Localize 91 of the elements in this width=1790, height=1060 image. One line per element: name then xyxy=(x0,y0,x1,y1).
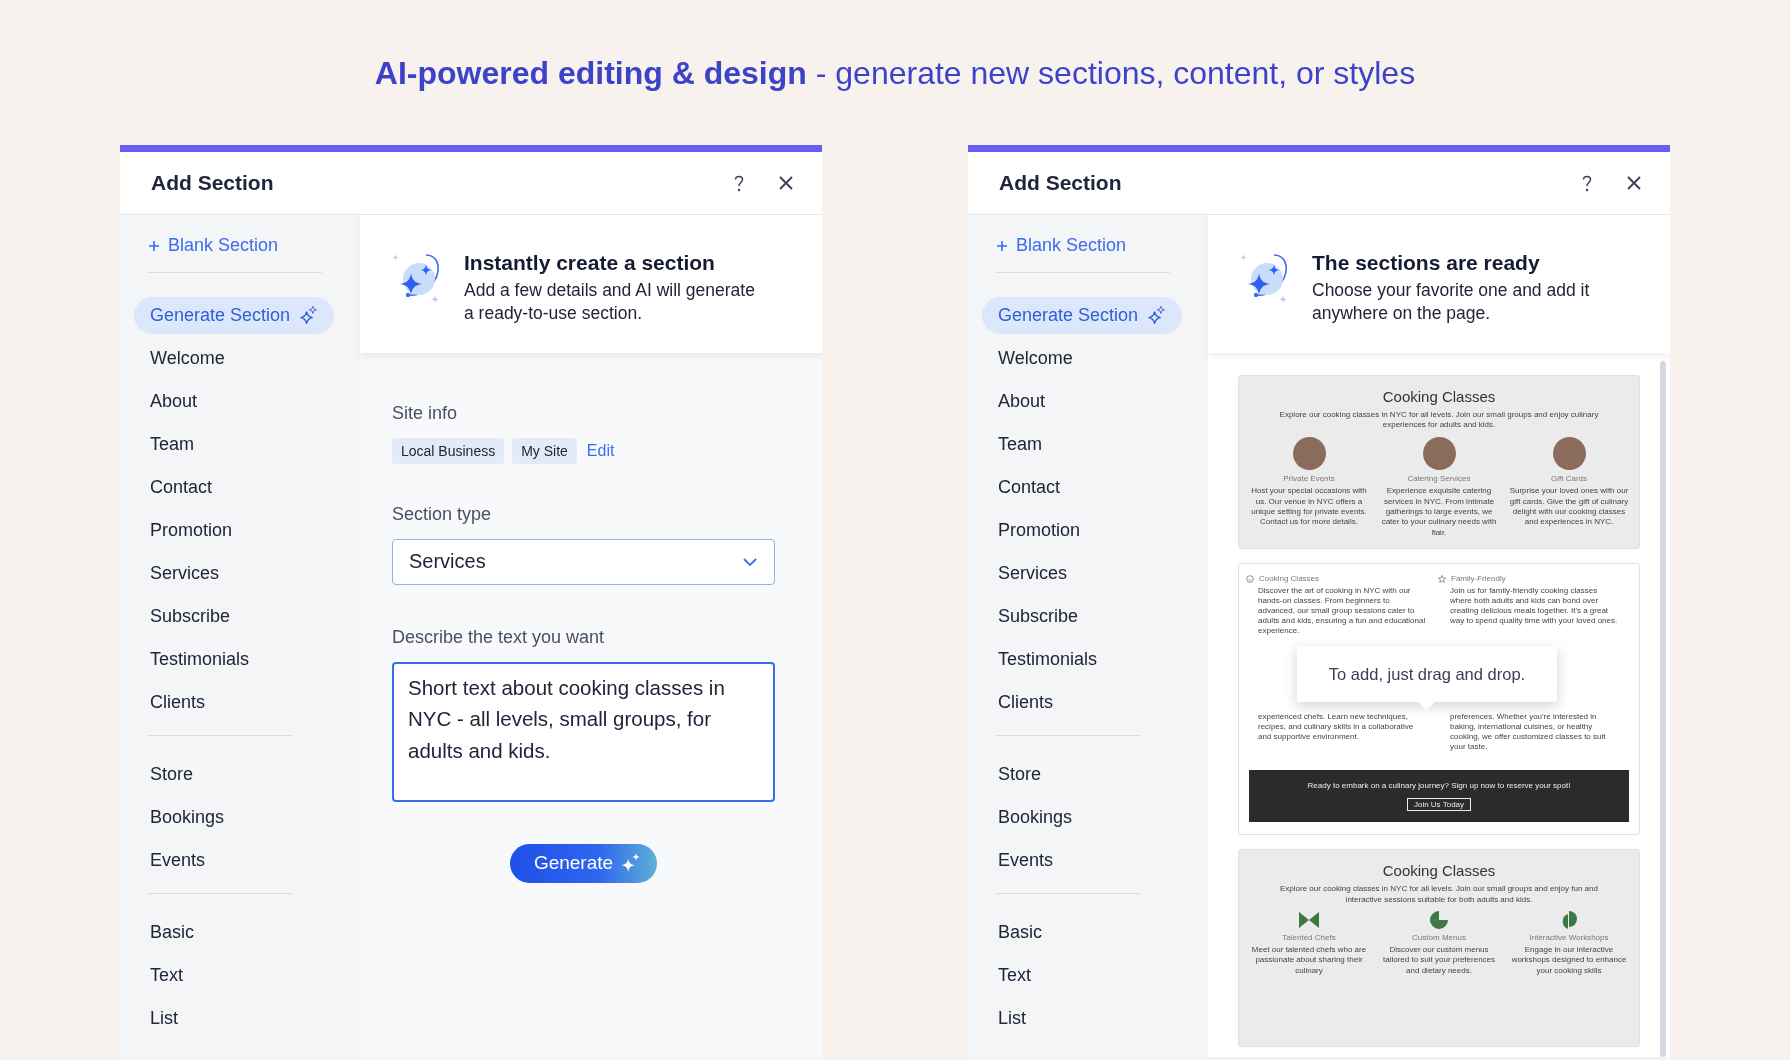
sidebar-item[interactable]: Contact xyxy=(134,469,229,506)
close-icon xyxy=(778,175,794,191)
preview-text: Surprise your loved ones with our gift cards. Give the gift of culinary delight with our cooking classes and experiences in NYC. xyxy=(1509,486,1629,528)
preview-text: Meet our talented chefs who are passionate about sharing their culinary xyxy=(1250,945,1368,977)
intro-text: Choose your favorite one and add it anywhere on the page. xyxy=(1312,279,1591,325)
preview-text: Experience exquisite catering services in NYC. From intimate gatherings to large events, we cater to your culinary needs with flair. xyxy=(1380,486,1498,539)
preview-text: Explore our cooking classes in NYC for all levels. Join our small groups and enjoy culinary experiences for adults and kids. xyxy=(1278,409,1600,431)
panel-title: Add Section xyxy=(151,171,275,195)
smiley-icon xyxy=(1246,574,1254,583)
preview-heading: Private Events xyxy=(1283,474,1335,484)
sidebar-item[interactable]: Testimonials xyxy=(982,641,1114,678)
intro-title: Instantly create a section xyxy=(464,251,716,275)
sidebar-item[interactable]: Text xyxy=(982,957,1047,994)
preview-heading: Family-Friendly xyxy=(1451,574,1506,584)
sidebar-item[interactable]: Clients xyxy=(982,684,1070,721)
sidebar-item[interactable]: Subscribe xyxy=(982,598,1095,635)
sidebar-item[interactable]: Generate Section xyxy=(982,297,1183,334)
sidebar-item[interactable]: Subscribe xyxy=(134,598,247,635)
sidebar-item[interactable]: List xyxy=(134,1000,194,1037)
sidebar-item[interactable]: Services xyxy=(982,555,1084,592)
preview-heading: Catering Services xyxy=(1407,474,1471,484)
preview-heading: Custom Menus xyxy=(1412,933,1466,942)
sidebar-item[interactable]: Welcome xyxy=(982,340,1089,377)
preview-text: Discover the art of cooking in NYC with our hands-on classes. From beginners to advanced, our small group sessions cater to adults and kids, ensuring a fun and educational experience. xyxy=(1258,586,1427,638)
field-label: Describe the text you want xyxy=(392,626,606,648)
blank-section-button[interactable]: Blank Section xyxy=(120,231,279,260)
shape-icon xyxy=(1297,911,1321,929)
sidebar-item[interactable]: Store xyxy=(134,756,210,793)
sidebar-item[interactable]: Promotion xyxy=(134,512,249,549)
close-icon xyxy=(1626,175,1642,191)
preview-text: Engage in our interactive workshops designed to enhance your cooking skills xyxy=(1510,945,1628,977)
preview-heading: Gift Cards xyxy=(1551,474,1587,484)
preview-title: Cooking Classes xyxy=(1381,386,1497,405)
field-label: Site info xyxy=(392,402,459,424)
photo-placeholder xyxy=(1422,437,1456,471)
plus-icon xyxy=(996,239,1008,252)
preview-heading: Interactive Workshops xyxy=(1529,933,1609,942)
preview-heading: Talented Chefs xyxy=(1282,933,1336,942)
sidebar-item[interactable]: Basic xyxy=(134,914,210,951)
sparkle-icon xyxy=(1146,305,1167,326)
intro-title: The sections are ready xyxy=(1312,251,1541,275)
sidebar-item[interactable]: Services xyxy=(134,555,236,592)
preview-text: Discover our custom menus tailored to suit your preferences and dietary needs. xyxy=(1381,945,1497,977)
sidebar-item[interactable]: Bookings xyxy=(982,799,1089,836)
sidebar-item[interactable]: Clients xyxy=(134,684,222,721)
section-type-dropdown[interactable]: Services xyxy=(392,538,775,585)
sidebar-item[interactable]: Contact xyxy=(982,469,1077,506)
sidebar-item[interactable]: Text xyxy=(134,957,199,994)
chevron-down-icon xyxy=(742,556,758,567)
sidebar-item[interactable]: Basic xyxy=(982,914,1058,951)
site-tag: My Site xyxy=(512,437,577,464)
sidebar-item[interactable]: Events xyxy=(134,842,222,879)
sidebar-item[interactable]: List xyxy=(982,1000,1042,1037)
sparkle-icon xyxy=(621,853,642,873)
preview-text: preferences. Whether you're interested in baking, international cuisines, or healthy cooking, we offer customized classes to suit your taste. xyxy=(1450,712,1607,753)
sidebar-item[interactable]: Store xyxy=(982,756,1058,793)
sidebar-item[interactable]: Welcome xyxy=(134,340,241,377)
preview-text: Join us for family-friendly cooking classes where both adults and kids can bond over creating delicious meals together. It's a great way to spend quality time with your loved ones. xyxy=(1450,586,1619,628)
generate-button[interactable]: Generate xyxy=(509,843,658,883)
description-field[interactable]: Short text about cooking classes in NYC - all levels, small groups, for adults and kids. xyxy=(392,661,775,802)
sidebar-item[interactable]: Events xyxy=(982,842,1070,879)
blank-section-button[interactable]: Blank Section xyxy=(968,231,1127,260)
preview-title: Cooking Classes xyxy=(1381,861,1497,880)
sidebar-item[interactable]: Testimonials xyxy=(134,641,266,678)
banner-text: Ready to embark on a culinary journey? Sign up now to reserve your spot! xyxy=(1307,781,1571,791)
site-tag: Local Business xyxy=(392,437,505,464)
headline: AI-powered editing & design - generate new sections, content, or styles xyxy=(374,55,1416,92)
sidebar-item[interactable]: About xyxy=(982,383,1062,420)
preview-heading: Cooking Classes xyxy=(1259,574,1320,584)
sidebar-item[interactable]: Team xyxy=(982,426,1058,463)
sidebar-item[interactable]: Generate Section xyxy=(134,297,335,334)
edit-link[interactable]: Edit xyxy=(586,441,615,460)
intro-text: Add a few details and AI will generate a ready-to-use section. xyxy=(464,279,756,325)
star-icon xyxy=(1438,574,1446,583)
preview-text: Host your special occasions with us. Our venue in NYC offers a unique setting for private events. Contact us for more details. xyxy=(1250,486,1368,528)
photo-placeholder xyxy=(1552,437,1586,471)
preview-text: Explore our cooking classes in NYC for all levels. Join our small groups and enjoy fun and interactive sessions suitable for both adults and kids. xyxy=(1279,884,1599,905)
shape-icon xyxy=(1427,911,1451,929)
preview-text: experienced chefs. Learn new techniques, recipes, and culinary skills in a collaborative and supportive environment. xyxy=(1258,712,1415,743)
join-button: Join Us Today xyxy=(1406,798,1472,812)
field-label: Section type xyxy=(392,503,493,525)
plus-icon xyxy=(148,239,160,252)
photo-placeholder xyxy=(1292,437,1326,471)
sidebar-item[interactable]: Bookings xyxy=(134,799,241,836)
sparkle-icon xyxy=(298,305,319,326)
sidebar-item[interactable]: Promotion xyxy=(982,512,1097,549)
panel-title: Add Section xyxy=(999,171,1123,195)
scrollbar-thumb[interactable] xyxy=(1660,360,1666,1057)
section-preview-card[interactable] xyxy=(1238,563,1640,836)
sidebar-item[interactable]: Team xyxy=(134,426,210,463)
sidebar-item[interactable]: About xyxy=(134,383,214,420)
